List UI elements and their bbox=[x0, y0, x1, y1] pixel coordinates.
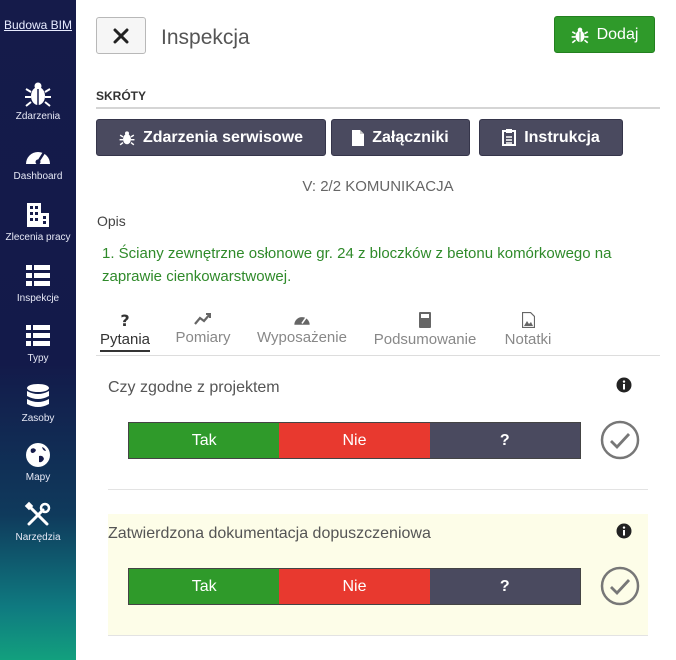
sidebar-item-narzedzia[interactable]: Narzędzia bbox=[0, 501, 76, 543]
tab-label: Pomiary bbox=[175, 329, 231, 346]
sidebar-item-label: Narzędzia bbox=[15, 532, 61, 543]
bug-icon bbox=[571, 27, 588, 43]
globe-icon bbox=[26, 443, 50, 467]
sidebar-item-label: Zdarzenia bbox=[15, 111, 61, 122]
close-icon bbox=[113, 28, 129, 43]
sidebar-item-mapy[interactable]: Mapy bbox=[0, 441, 76, 483]
shortcuts-heading: SKRÓTY bbox=[96, 89, 660, 109]
tab-bar: ? Pytania Pomiary Wyposażenie Podsumowan… bbox=[96, 312, 660, 356]
check-circle-icon[interactable] bbox=[600, 420, 640, 460]
description-text: 1. Ściany zewnętrzne osłonowe gr. 24 z b… bbox=[96, 236, 660, 294]
tab-pytania[interactable]: ? Pytania bbox=[99, 312, 151, 352]
sidebar-item-label: Typy bbox=[27, 353, 49, 364]
question-text: Zatwierdzona dokumentacja dopuszczeniowa bbox=[108, 525, 431, 542]
sidebar-item-typy[interactable]: Typy bbox=[0, 322, 76, 364]
sidebar-item-label: Inspekcje bbox=[16, 293, 60, 304]
service-events-label: Zdarzenia serwisowe bbox=[142, 128, 304, 146]
tools-icon bbox=[24, 501, 51, 526]
answer-bar: Tak Nie ? bbox=[128, 422, 581, 459]
tab-wyposazenie[interactable]: Wyposażenie bbox=[257, 312, 347, 346]
image-file-icon bbox=[521, 312, 535, 328]
attachments-label: Załączniki bbox=[372, 128, 449, 146]
sidebar-item-zlecenia[interactable]: Zlecenia pracy bbox=[0, 201, 76, 243]
svg-text:?: ? bbox=[120, 312, 129, 328]
add-button[interactable]: Dodaj bbox=[554, 16, 655, 53]
list-icon bbox=[26, 325, 50, 346]
checklist-icon bbox=[26, 265, 50, 286]
instructions-label: Instrukcja bbox=[524, 128, 600, 146]
sidebar-item-label: Mapy bbox=[25, 472, 51, 483]
bug-icon bbox=[119, 130, 135, 145]
answer-unknown-button[interactable]: ? bbox=[429, 569, 580, 604]
answer-yes-button[interactable]: Tak bbox=[129, 569, 280, 604]
book-icon bbox=[419, 312, 431, 328]
sidebar-item-zasoby[interactable]: Zasoby bbox=[0, 382, 76, 424]
sidebar-item-label: Zlecenia pracy bbox=[5, 232, 71, 243]
answer-no-button[interactable]: Nie bbox=[279, 423, 430, 458]
sidebar-item-dashboard[interactable]: Dashboard bbox=[0, 142, 76, 182]
tab-label: Pytania bbox=[99, 331, 151, 352]
sidebar-item-zdarzenia[interactable]: Zdarzenia bbox=[0, 80, 76, 122]
tab-pomiary[interactable]: Pomiary bbox=[174, 312, 232, 346]
answer-yes-button[interactable]: Tak bbox=[129, 423, 280, 458]
tab-label: Podsumowanie bbox=[373, 331, 477, 348]
building-icon bbox=[27, 203, 49, 227]
page-title: Inspekcja bbox=[161, 26, 250, 49]
close-button[interactable] bbox=[96, 17, 146, 54]
info-icon[interactable] bbox=[616, 377, 632, 393]
database-icon bbox=[27, 384, 49, 407]
description-label: Opis bbox=[97, 213, 126, 229]
answer-bar: Tak Nie ? bbox=[128, 568, 581, 605]
file-icon bbox=[352, 129, 365, 146]
service-events-button[interactable]: Zdarzenia serwisowe bbox=[96, 119, 326, 156]
answer-no-button[interactable]: Nie bbox=[279, 569, 430, 604]
answer-unknown-button[interactable]: ? bbox=[429, 423, 580, 458]
sidebar-item-label: Zasoby bbox=[21, 413, 55, 424]
question-icon: ? bbox=[120, 312, 129, 328]
tab-notatki[interactable]: Notatki bbox=[502, 312, 554, 348]
speedometer-icon bbox=[26, 150, 50, 165]
question-card: Czy zgodne z projektem Tak Nie ? bbox=[108, 368, 648, 490]
question-card: Zatwierdzona dokumentacja dopuszczeniowa… bbox=[108, 514, 648, 636]
brand-link[interactable]: Budowa BIM bbox=[0, 0, 76, 70]
trend-icon bbox=[194, 313, 211, 325]
instructions-button[interactable]: Instrukcja bbox=[479, 119, 623, 156]
info-icon[interactable] bbox=[616, 523, 632, 539]
bug-icon bbox=[25, 82, 51, 107]
attachments-button[interactable]: Załączniki bbox=[331, 119, 470, 156]
main-content: Inspekcja Dodaj SKRÓTY Zdarzenia serwiso… bbox=[96, 0, 660, 660]
tab-label: Notatki bbox=[504, 331, 552, 348]
speedometer-icon bbox=[294, 316, 310, 325]
version-label: V: 2/2 KOMUNIKACJA bbox=[302, 178, 454, 195]
add-button-label: Dodaj bbox=[596, 25, 639, 43]
tab-podsumowanie[interactable]: Podsumowanie bbox=[372, 312, 478, 348]
sidebar-item-inspekcje[interactable]: Inspekcje bbox=[0, 262, 76, 304]
clipboard-icon bbox=[502, 129, 517, 146]
question-text: Czy zgodne z projektem bbox=[108, 379, 280, 396]
sidebar-item-label: Dashboard bbox=[13, 171, 63, 182]
sidebar: Budowa BIM Zdarzenia Dashboard Zlecenia … bbox=[0, 0, 76, 660]
tab-label: Wyposażenie bbox=[257, 329, 347, 346]
check-circle-icon[interactable] bbox=[600, 566, 640, 606]
